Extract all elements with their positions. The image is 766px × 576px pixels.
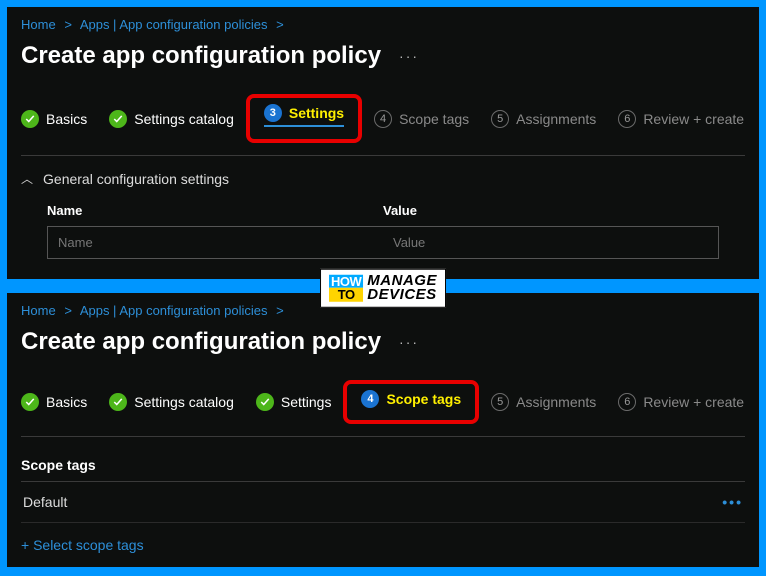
table-row [47,226,719,259]
watermark: HOW TO MANAGE DEVICES [320,269,446,308]
chevron-right-icon: > [64,17,72,32]
accordion-general-settings[interactable]: ︿ General configuration settings [21,170,745,187]
wizard-steps: Basics Settings catalog 3 Settings 4 Sco… [21,100,745,156]
panel-settings-step: Home > Apps | App configuration policies… [4,4,762,282]
step-label: Scope tags [399,111,469,127]
step-label: Assignments [516,394,596,410]
breadcrumb-apps[interactable]: Apps | App configuration policies [80,17,268,32]
check-icon [109,393,127,411]
wm-how: HOW [329,274,363,288]
highlight-box: 3 Settings [246,94,362,143]
chevron-right-icon: > [64,303,72,318]
step-number-badge: 4 [374,110,392,128]
step-number-badge: 3 [264,104,282,122]
step-label: Scope tags [386,391,461,407]
step-label: Basics [46,111,87,127]
wm-devices: DEVICES [367,288,437,302]
step-label: Settings catalog [134,111,234,127]
row-actions-icon[interactable]: ••• [722,494,743,510]
check-icon [21,393,39,411]
step-basics[interactable]: Basics [21,393,87,411]
column-name: Name [47,203,383,218]
chevron-right-icon: > [276,303,284,318]
step-number-badge: 6 [618,393,636,411]
breadcrumb: Home > Apps | App configuration policies… [21,17,745,32]
table-header: Name Value [21,203,745,218]
breadcrumb-apps[interactable]: Apps | App configuration policies [80,303,268,318]
value-input[interactable] [383,227,718,258]
step-review-create[interactable]: 6 Review + create [618,393,744,411]
name-input[interactable] [48,227,383,258]
step-number-badge: 4 [361,390,379,408]
column-value: Value [383,203,719,218]
accordion-label: General configuration settings [43,171,229,187]
chevron-right-icon: > [276,17,284,32]
check-icon [21,110,39,128]
breadcrumb-home[interactable]: Home [21,303,56,318]
step-number-badge: 5 [491,110,509,128]
panel-scope-tags-step: Home > Apps | App configuration policies… [4,290,762,570]
chevron-up-icon: ︿ [21,170,33,187]
step-label: Settings catalog [134,394,234,410]
step-settings[interactable]: Settings [256,393,332,411]
check-icon [256,393,274,411]
step-assignments[interactable]: 5 Assignments [491,393,596,411]
scope-tag-name: Default [23,494,67,510]
highlight-box: 4 Scope tags [343,380,479,424]
step-review-create[interactable]: 6 Review + create [618,110,744,128]
step-label: Assignments [516,111,596,127]
step-basics[interactable]: Basics [21,110,87,128]
step-scope-tags[interactable]: 4 Scope tags [361,390,461,408]
step-label: Review + create [643,111,744,127]
wizard-steps: Basics Settings catalog Settings 4 Scope… [21,386,745,437]
step-label: Review + create [643,394,744,410]
step-label: Settings [289,105,344,121]
step-number-badge: 5 [491,393,509,411]
step-settings[interactable]: 3 Settings [264,104,344,127]
step-label: Basics [46,394,87,410]
more-actions-icon[interactable]: ··· [399,334,419,350]
check-icon [109,110,127,128]
breadcrumb-home[interactable]: Home [21,17,56,32]
wm-to: TO [329,288,363,302]
more-actions-icon[interactable]: ··· [399,48,419,64]
step-settings-catalog[interactable]: Settings catalog [109,393,234,411]
section-scope-tags: Scope tags [21,457,745,482]
scope-tag-row: Default ••• [21,482,745,523]
step-scope-tags[interactable]: 4 Scope tags [374,110,469,128]
step-label: Settings [281,394,332,410]
page-title: Create app configuration policy [21,328,381,356]
page-title: Create app configuration policy [21,42,381,70]
step-number-badge: 6 [618,110,636,128]
step-settings-catalog[interactable]: Settings catalog [109,110,234,128]
step-assignments[interactable]: 5 Assignments [491,110,596,128]
select-scope-tags-link[interactable]: + Select scope tags [21,537,144,553]
